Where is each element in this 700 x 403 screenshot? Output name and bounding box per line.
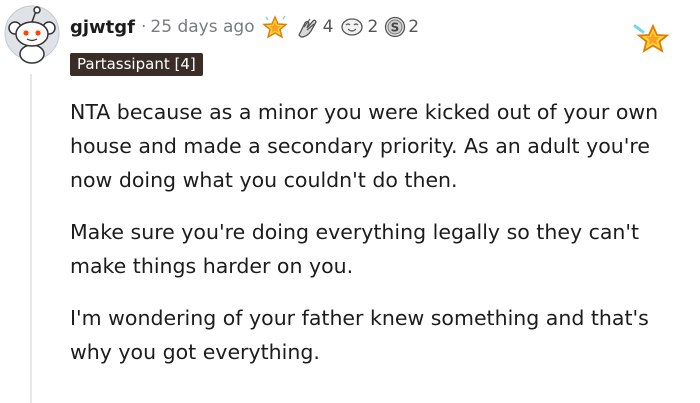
avatar[interactable] bbox=[3, 2, 61, 64]
comment-body: NTA because as a minor you were kicked o… bbox=[70, 95, 695, 387]
timestamp[interactable]: 25 days ago bbox=[150, 17, 254, 37]
silver-coin-award-icon: S bbox=[384, 16, 406, 38]
thread-line[interactable] bbox=[30, 74, 32, 403]
comment: gjwtgf · 25 days ago 4 2 S 2 Partassipan… bbox=[0, 0, 700, 403]
meta-separator: · bbox=[141, 17, 147, 37]
award-silver[interactable]: S 2 bbox=[384, 16, 419, 38]
svg-text:S: S bbox=[391, 21, 400, 35]
user-flair: Partassipant [4] bbox=[70, 53, 203, 76]
award-count: 2 bbox=[408, 17, 420, 37]
award-count: 2 bbox=[367, 17, 379, 37]
award-sparkle-star[interactable] bbox=[261, 14, 289, 40]
hands-award-icon bbox=[295, 15, 321, 39]
award-wholesome[interactable]: 2 bbox=[339, 15, 378, 39]
comment-paragraph: I'm wondering of your father knew someth… bbox=[70, 306, 649, 364]
star-award-icon bbox=[631, 23, 671, 64]
award-hands[interactable]: 4 bbox=[295, 15, 334, 39]
sparkle-star-award-icon bbox=[261, 14, 289, 40]
wholesome-face-award-icon bbox=[339, 15, 365, 39]
give-award-button[interactable] bbox=[631, 20, 671, 60]
comment-header: gjwtgf · 25 days ago 4 2 S 2 bbox=[70, 12, 419, 42]
comment-paragraph: Make sure you're doing everything legall… bbox=[70, 220, 640, 278]
comment-paragraph: NTA because as a minor you were kicked o… bbox=[70, 100, 659, 192]
award-count: 4 bbox=[322, 17, 334, 37]
username-link[interactable]: gjwtgf bbox=[70, 17, 135, 38]
